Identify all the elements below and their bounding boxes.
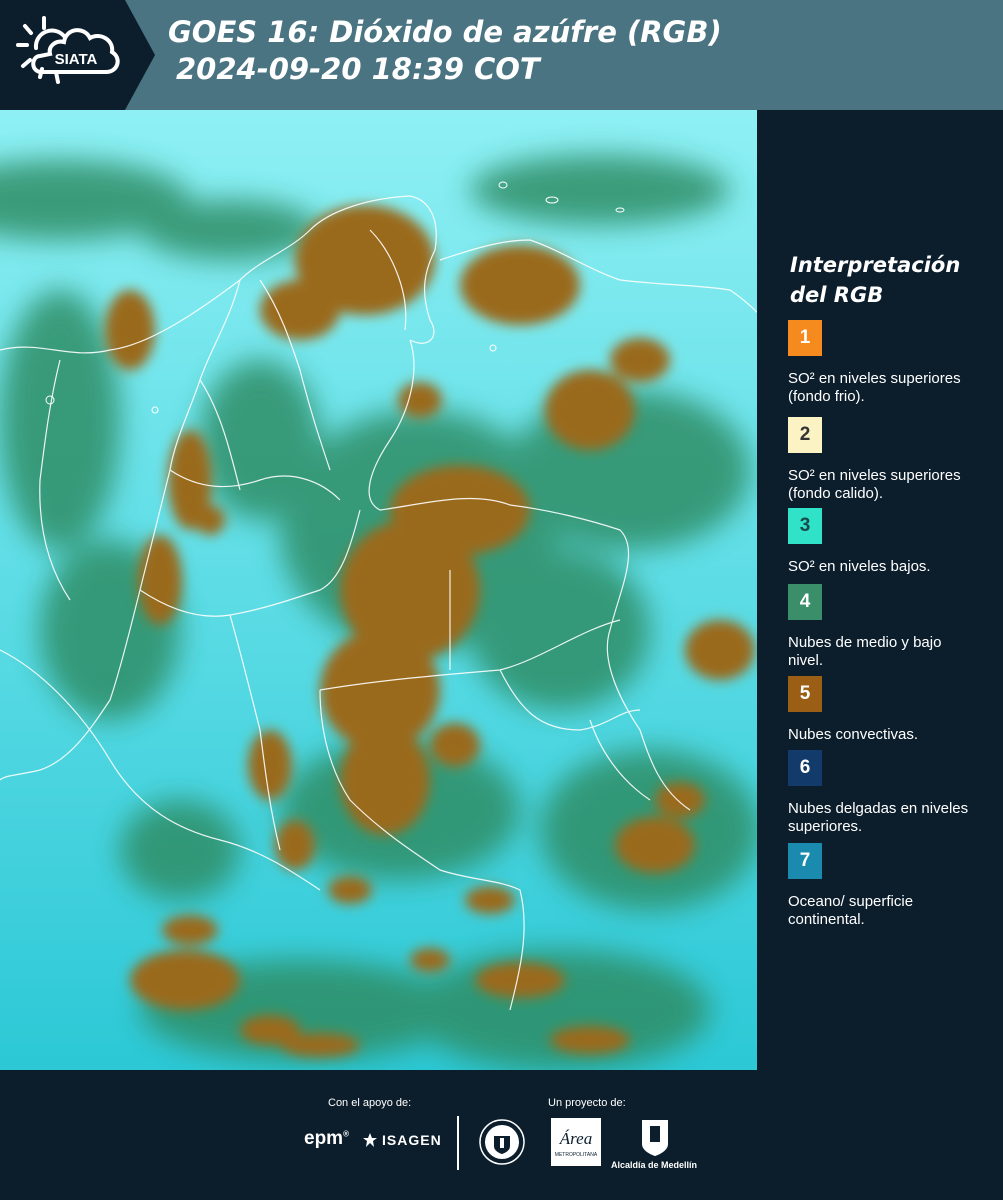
legend-swatch-3: 3 <box>788 508 822 544</box>
sun-cloud-icon: SIATA <box>16 16 120 84</box>
legend-item-6: 6 Nubes delgadas en niveles superiores. <box>788 750 988 836</box>
isagen-logo: ISAGEN <box>362 1132 442 1148</box>
legend-label-4: Nubes de medio y bajo nivel. <box>788 634 942 669</box>
legend-title: Interpretación del RGB <box>790 253 961 307</box>
legend-item-1: 1 SO² en niveles superiores (fondo frio)… <box>788 320 988 406</box>
isagen-star-icon <box>363 1133 377 1147</box>
legend-swatch-5: 5 <box>788 676 822 712</box>
area-subtext: METROPOLITANA <box>555 1152 598 1158</box>
alcaldia-wordmark: Alcaldía de Medellín <box>611 1160 698 1170</box>
legend-label-3: SO² en niveles bajos. <box>788 558 931 575</box>
siata-logo: SIATA <box>0 0 155 110</box>
legend-label-1: SO² en niveles superiores (fondo frio). <box>788 370 961 405</box>
title-block: GOES 16: Dióxido de azúfre (RGB) 2024-09… <box>168 14 722 88</box>
project-label: Un proyecto de: <box>548 1097 626 1109</box>
rgb-satellite-map <box>0 110 760 1070</box>
medellin-seal-icon <box>479 1119 525 1165</box>
legend-swatch-1: 1 <box>788 320 822 356</box>
legend-item-5: 5 Nubes convectivas. <box>788 676 988 744</box>
page-subtitle-datetime: 2024-09-20 18:39 COT <box>176 52 540 86</box>
satellite-image <box>0 110 760 1070</box>
footer: Con el apoyo de: Un proyecto de: epm® IS… <box>0 1070 1003 1200</box>
legend-item-3: 3 SO² en niveles bajos. <box>788 508 988 576</box>
page-title: GOES 16: Dióxido de azúfre (RGB) <box>168 15 722 49</box>
legend-item-7: 7 Oceano/ superficie continental. <box>788 843 988 929</box>
legend-label-6: Nubes delgadas en niveles superiores. <box>788 800 969 835</box>
isagen-wordmark: ISAGEN <box>382 1132 442 1148</box>
legend-swatch-4: 4 <box>788 584 822 620</box>
alcaldia-shield-icon <box>642 1120 668 1156</box>
epm-logo: epm® <box>304 1128 349 1150</box>
epm-wordmark: epm <box>304 1128 344 1149</box>
legend-swatch-2: 2 <box>788 417 822 453</box>
legend-item-2: 2 SO² en niveles superiores (fondo calid… <box>788 417 988 503</box>
legend-item-4: 4 Nubes de medio y bajo nivel. <box>788 584 988 670</box>
logo-wordmark: SIATA <box>55 51 98 68</box>
registered-mark-icon: ® <box>343 1129 349 1139</box>
support-label: Con el apoyo de: <box>328 1097 412 1109</box>
legend-label-2: SO² en niveles superiores (fondo calido)… <box>788 467 961 502</box>
header-bar: SIATA GOES 16: Dióxido de azúfre (RGB) 2… <box>0 0 1003 110</box>
legend-label-5: Nubes convectivas. <box>788 726 919 743</box>
legend-swatch-7: 7 <box>788 843 822 879</box>
area-wordmark: Área <box>559 1129 592 1148</box>
legend-swatch-6: 6 <box>788 750 822 786</box>
footer-divider <box>457 1116 459 1170</box>
legend-label-7: Oceano/ superficie continental. <box>788 893 914 928</box>
legend-panel: Interpretación del RGB 1 SO² en niveles … <box>760 110 1003 1070</box>
area-metropolitana-logo: Área METROPOLITANA <box>551 1118 601 1166</box>
